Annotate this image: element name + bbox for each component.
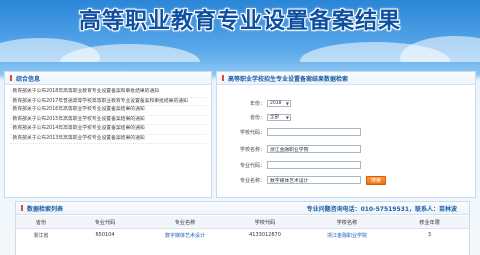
news-list: 教育部关于公布2018年高等职业教育专业设置备案和审批结果的通知 教育部关于公布… — [5, 85, 211, 145]
table-cell: 3 — [427, 232, 432, 238]
school-code-row: 学校代码： — [217, 127, 361, 137]
results-panel-title: 数据检索列表 — [27, 205, 64, 213]
province-row: 省份： 全部 ▼ — [217, 112, 291, 122]
year-select[interactable]: 2018 ▼ — [267, 99, 291, 107]
school-name-row: 学校名称： 浙江金融职业学院 — [217, 144, 361, 154]
major-name-label: 专业名称： — [239, 177, 265, 184]
year-label: 年份： — [249, 100, 265, 107]
year-row: 年份： 2018 ▼ — [217, 98, 291, 108]
search-panel: 高等职业学校招生专业设置备案结果数据检索 年份： 2018 ▼ 省份： 全部 ▼… — [216, 71, 476, 198]
chevron-down-icon: ▼ — [285, 114, 289, 120]
section-marker — [21, 205, 23, 211]
section-marker — [222, 75, 224, 81]
results-panel: 数据检索列表 专业问题咨询电话：010-57519531，联系人：苗林波 省份 … — [15, 201, 470, 255]
table-cell: 4133012870 — [249, 232, 281, 238]
news-panel-header: 综合信息 — [5, 72, 211, 85]
province-select[interactable]: 全部 ▼ — [267, 113, 291, 121]
news-panel: 综合信息 教育部关于公布2018年高等职业教育专业设置备案和审批结果的通知 教育… — [4, 71, 212, 198]
province-label: 省份： — [249, 114, 265, 121]
news-panel-title: 综合信息 — [16, 75, 41, 83]
table-header: 省份 专业代码 专业名称 学校代码 学校名称 修业年限 — [16, 216, 469, 229]
cloud-decoration — [400, 36, 480, 62]
search-panel-title: 高等职业学校招生专业设置备案结果数据检索 — [228, 75, 349, 83]
year-select-value: 2018 — [270, 100, 282, 106]
major-name-row: 专业名称： 数字媒体艺术设计 搜索 — [217, 175, 386, 185]
school-code-label: 学校代码： — [239, 129, 265, 136]
column-header: 专业名称 — [174, 219, 196, 226]
school-name-input[interactable]: 浙江金融职业学院 — [267, 145, 361, 153]
table-cell: 浙江省 — [33, 232, 49, 239]
news-link[interactable]: 教育部关于公布2014年高等职业学校专业设置备案结果的通知 — [10, 125, 206, 135]
search-button[interactable]: 搜索 — [366, 175, 386, 185]
column-header: 省份 — [35, 219, 47, 226]
news-link[interactable]: 教育部关于公布2016年高等职业学校专业设置备案结果的通知 — [10, 106, 206, 116]
table-cell-school-link[interactable]: 浙江金融职业学院 — [304, 232, 390, 239]
column-header: 专业代码 — [94, 219, 116, 226]
major-name-input[interactable]: 数字媒体艺术设计 — [267, 176, 361, 184]
table-row: 浙江省 650104 数字媒体艺术设计 4133012870 浙江金融职业学院 … — [16, 229, 469, 241]
table-cell-major-link[interactable]: 数字媒体艺术设计 — [144, 232, 226, 239]
column-header: 学校代码 — [254, 219, 276, 226]
school-name-label: 学校名称： — [239, 146, 265, 153]
column-header: 学校名称 — [336, 219, 358, 226]
header-banner: 高等职业教育专业设置备案结果 — [0, 0, 480, 62]
news-link[interactable]: 教育部关于公布2018年高等职业教育专业设置备案和审批结果的通知 — [10, 88, 206, 98]
section-marker — [10, 75, 12, 81]
major-code-label: 专业代码： — [239, 162, 265, 169]
table-cell: 650104 — [95, 232, 115, 238]
major-code-input[interactable] — [267, 161, 361, 169]
province-select-value: 全部 — [270, 115, 279, 120]
school-code-input[interactable] — [267, 128, 361, 136]
news-link[interactable]: 教育部关于公布2017年普通高等学校高等职业教育专业设置备案和审批结果的通知 — [10, 98, 206, 107]
major-code-row: 专业代码： — [217, 160, 361, 170]
consult-hotline: 专业问题咨询电话：010-57519531，联系人：苗林波 — [306, 206, 457, 213]
page-title: 高等职业教育专业设置备案结果 — [78, 9, 401, 34]
chevron-down-icon: ▼ — [285, 100, 289, 106]
news-link[interactable]: 教育部关于公布2015年高等职业学校专业设置备案结果的通知 — [10, 116, 206, 126]
news-link[interactable]: 教育部关于公布2013年高等职业学校专业设置备案结果的通知 — [10, 135, 206, 145]
column-header: 修业年限 — [419, 219, 440, 226]
search-panel-header: 高等职业学校招生专业设置备案结果数据检索 — [217, 72, 475, 85]
